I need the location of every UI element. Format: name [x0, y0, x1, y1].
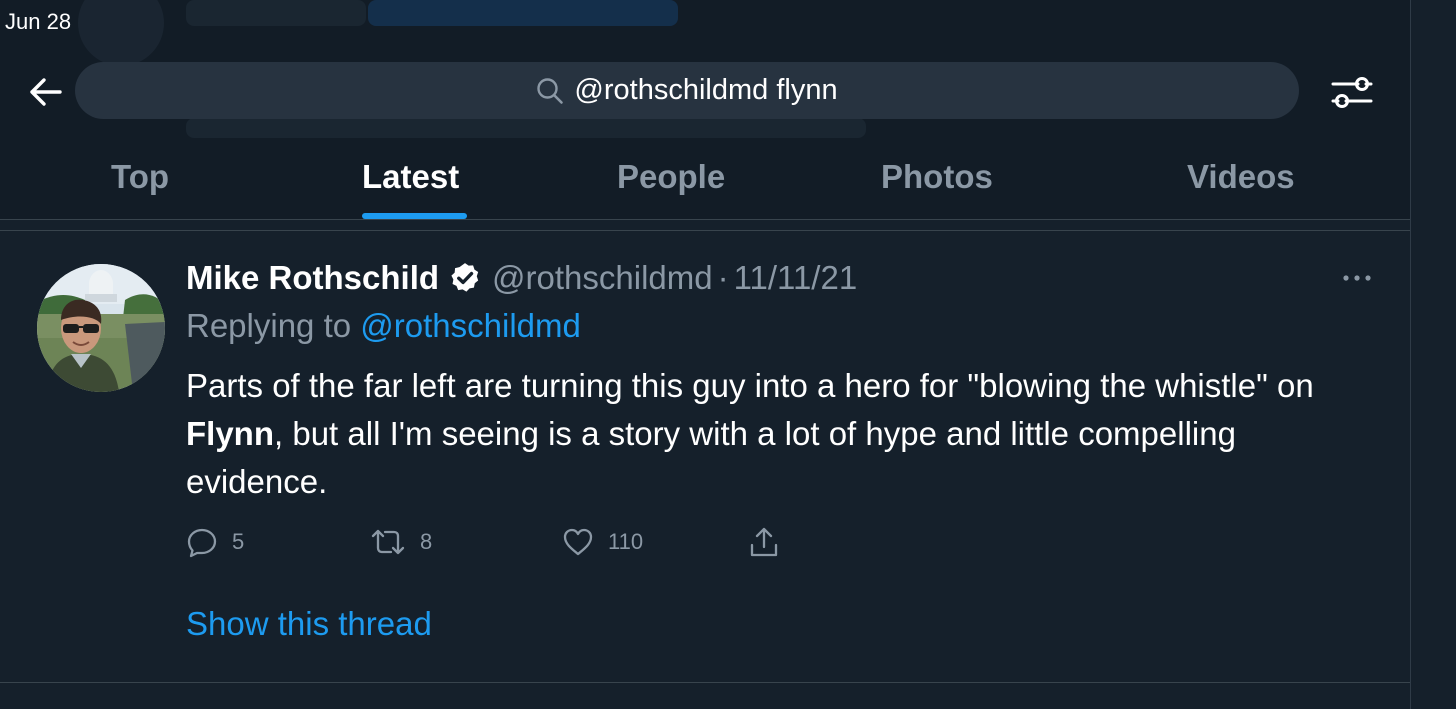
tweet-date[interactable]: 11/11/21 — [734, 259, 858, 297]
heart-icon — [563, 528, 593, 556]
ellipsis-icon — [1343, 275, 1371, 281]
search-results-screen: Jun 28 @rothschildmd flynn Top Latest Pe… — [0, 0, 1456, 709]
tweet-text-part: , but all I'm seeing is a story with a l… — [186, 415, 1236, 500]
retweet-button[interactable]: 8 — [370, 524, 432, 560]
sliders-icon — [1331, 77, 1373, 108]
background-ghost-text — [186, 0, 366, 26]
author-handle[interactable]: @rothschildmd — [492, 259, 713, 297]
background-ghost-text — [186, 118, 866, 138]
retweet-count: 8 — [420, 529, 433, 554]
replying-to-label: Replying to — [186, 307, 361, 344]
tab-latest[interactable]: Latest — [362, 158, 459, 196]
reply-count: 5 — [232, 529, 245, 554]
share-button[interactable] — [748, 524, 780, 560]
tab-photos[interactable]: Photos — [881, 158, 993, 196]
avatar[interactable] — [37, 264, 165, 392]
retweet-icon — [371, 529, 405, 555]
tab-videos[interactable]: Videos — [1187, 158, 1295, 196]
status-bar-time: Jun 28 — [5, 9, 72, 34]
show-thread-link[interactable]: Show this thread — [186, 605, 432, 643]
more-options-button[interactable] — [1340, 266, 1374, 290]
tab-people[interactable]: People — [617, 158, 725, 196]
reply-icon — [187, 528, 217, 558]
verified-badge-icon — [448, 261, 482, 295]
timeline-divider — [0, 230, 1410, 231]
separator-dot: · — [717, 259, 729, 296]
like-count: 110 — [608, 529, 644, 554]
tweet-header: Mike Rothschild @rothschildmd · 11/11/21 — [186, 258, 857, 298]
like-button[interactable]: 110 — [562, 524, 643, 560]
search-query-text[interactable]: @rothschildmd flynn — [574, 74, 837, 107]
background-ghost-avatar — [78, 0, 164, 66]
tweet-text: Parts of the far left are turning this g… — [186, 362, 1386, 506]
search-icon — [537, 77, 564, 104]
search-field[interactable]: @rothschildmd flynn — [75, 62, 1299, 119]
background-ghost-link — [368, 0, 678, 26]
share-icon — [750, 527, 778, 557]
header-divider — [0, 219, 1410, 220]
tweet-divider — [0, 682, 1410, 683]
search-tabs: Top Latest People Photos Videos — [0, 150, 1410, 220]
arrow-left-icon — [30, 78, 62, 106]
author-display-name[interactable]: Mike Rothschild — [186, 259, 439, 297]
search-header: Jun 28 @rothschildmd flynn Top Latest Pe… — [0, 0, 1410, 220]
tweet-text-part: Parts of the far left are turning this g… — [186, 367, 1314, 404]
right-edge-panel — [1410, 0, 1456, 709]
back-button[interactable] — [24, 72, 66, 112]
replying-to-line: Replying to @rothschildmd — [186, 307, 581, 345]
reply-button[interactable]: 5 — [186, 524, 244, 560]
search-filter-button[interactable] — [1328, 70, 1376, 114]
replying-to-mention[interactable]: @rothschildmd — [360, 307, 581, 344]
profile-photo — [37, 264, 165, 392]
tab-top[interactable]: Top — [111, 158, 169, 196]
tweet-text-highlight: Flynn — [186, 415, 274, 452]
